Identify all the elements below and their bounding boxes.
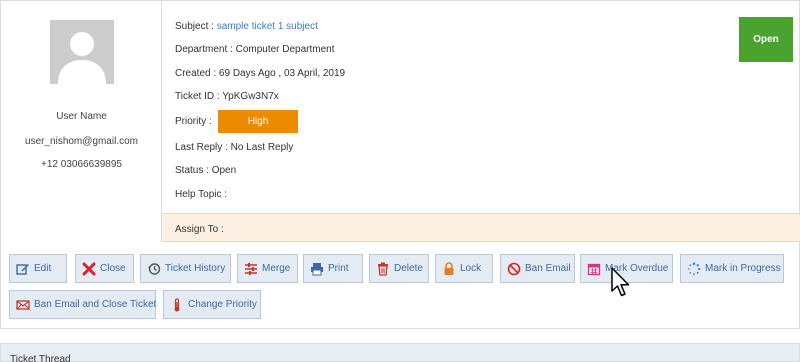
status-value: Open [211,165,237,176]
department-label: Department : [175,44,233,55]
print-button[interactable]: Print [303,254,363,283]
assign-to-bar: Assign To : [162,213,800,242]
created-row: Created : 69 Days Ago , 03 April, 2019 [175,68,345,79]
subject-link[interactable]: sample ticket 1 subject [217,21,318,32]
ticket-thread-header: Ticket Thread [0,343,800,362]
user-phone: +12 03066639895 [41,159,122,170]
close-icon [82,262,96,276]
edit-button[interactable]: Edit [9,254,67,283]
ticket-panel: User Name user_nishom@gmail.com +12 0306… [0,0,800,329]
merge-icon [244,262,258,276]
ticket-details: Subject : sample ticket 1 subject Depart… [162,1,800,213]
subject-label: Subject : [175,21,214,32]
ban-email-button[interactable]: Ban Email [500,254,575,283]
merge-button[interactable]: Merge [237,254,298,283]
user-silhouette-icon [50,20,114,84]
ticket-thread-title: Ticket Thread [10,354,71,362]
priority-label: Priority : [175,116,212,127]
calendar-icon [587,262,601,276]
close-label: Close [100,263,126,274]
ban-icon [507,262,521,276]
status-row: Status : Open [175,165,236,176]
ticket-id-label: Ticket ID : [175,91,220,102]
change-priority-label: Change Priority [188,299,257,310]
last-reply-row: Last Reply : No Last Reply [175,142,293,153]
status-label: Status : [175,165,209,176]
user-name: User Name [56,111,107,122]
ban-email-close-label: Ban Email and Close Ticket [34,299,157,310]
created-label: Created : [175,68,217,79]
ticket-id-row: Ticket ID : YpKGw3N7x [175,91,279,102]
merge-label: Merge [262,263,291,274]
ticket-history-button[interactable]: Ticket History [140,254,231,283]
created-value: 69 Days Ago , 03 April, 2019 [218,68,346,79]
lock-icon [442,261,456,276]
last-reply-label: Last Reply : [175,142,228,153]
trash-icon [376,262,390,276]
user-card: User Name user_nishom@gmail.com +12 0306… [1,1,162,242]
print-label: Print [328,263,349,274]
avatar [50,20,114,84]
mark-in-progress-button[interactable]: Mark in Progress [680,254,784,283]
edit-icon [16,262,30,276]
department-value: Computer Department [235,44,335,55]
thermometer-icon [170,297,184,312]
delete-label: Delete [394,263,423,274]
priority-row: Priority : [175,116,212,127]
department-row: Department : Computer Department [175,44,335,55]
ban-email-label: Ban Email [525,263,571,274]
spinner-icon [687,262,701,276]
change-priority-button[interactable]: Change Priority [163,290,261,319]
help-topic-row: Help Topic : [175,189,227,200]
ticket-id-value: YpKGw3N7x [222,91,279,102]
history-icon [147,262,161,276]
help-topic-label: Help Topic : [175,189,228,200]
close-button[interactable]: Close [75,254,134,283]
lock-label: Lock [460,263,482,274]
assign-to-label: Assign To : [175,224,224,235]
ban-email-close-button[interactable]: Ban Email and Close Ticket [9,290,156,319]
user-email: user_nishom@gmail.com [25,136,138,147]
print-icon [310,262,324,276]
lock-button[interactable]: Lock [435,254,493,283]
mark-in-progress-label: Mark in Progress [705,263,781,274]
subject-row: Subject : sample ticket 1 subject [175,21,318,32]
mouse-pointer-icon [611,267,630,297]
ticket-history-label: Ticket History [165,263,226,274]
priority-badge: High [218,110,298,133]
delete-button[interactable]: Delete [369,254,429,283]
last-reply-value: No Last Reply [230,142,294,153]
status-badge[interactable]: Open [739,17,793,62]
edit-label: Edit [34,263,52,274]
envelope-x-icon [16,298,30,312]
